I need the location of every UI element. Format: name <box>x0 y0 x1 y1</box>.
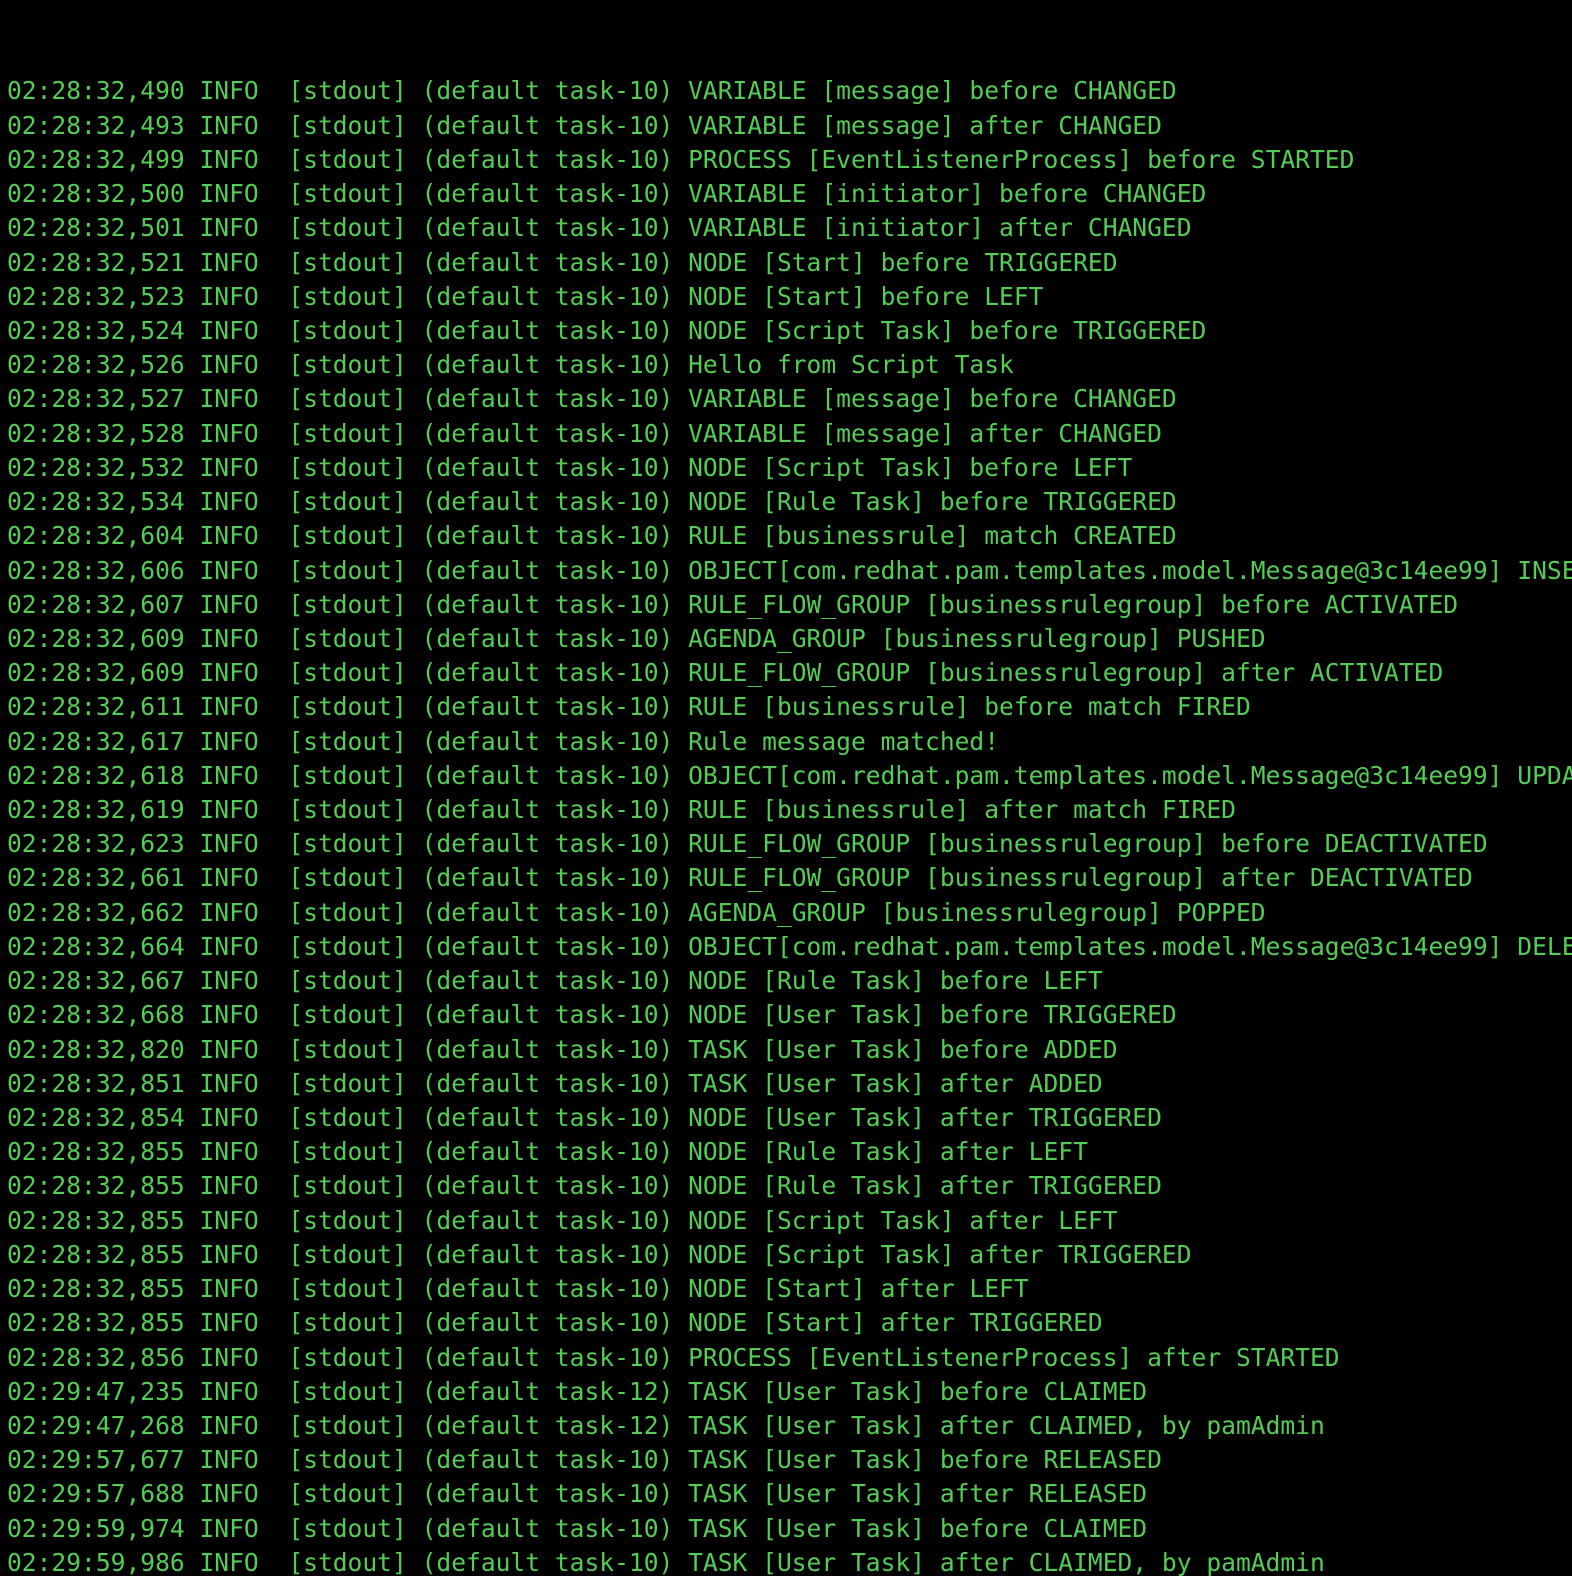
log-line: 02:28:32,493 INFO [stdout] (default task… <box>7 110 1162 140</box>
log-line: 02:29:47,268 INFO [stdout] (default task… <box>7 1410 1325 1440</box>
log-line: 02:28:32,855 INFO [stdout] (default task… <box>7 1274 1029 1304</box>
log-line: 02:28:32,623 INFO [stdout] (default task… <box>7 829 1488 859</box>
log-line: 02:28:32,534 INFO [stdout] (default task… <box>7 487 1177 517</box>
log-line: 02:28:32,500 INFO [stdout] (default task… <box>7 179 1207 209</box>
log-line: 02:28:32,521 INFO [stdout] (default task… <box>7 247 1118 277</box>
log-line: 02:29:57,688 INFO [stdout] (default task… <box>7 1479 1148 1509</box>
log-line: 02:29:59,974 INFO [stdout] (default task… <box>7 1513 1148 1543</box>
log-line: 02:28:32,609 INFO [stdout] (default task… <box>7 623 1266 653</box>
log-line: 02:28:32,856 INFO [stdout] (default task… <box>7 1342 1340 1372</box>
log-output-container: 02:28:32,490 INFO [stdout] (default task… <box>7 74 1572 1576</box>
log-line: 02:28:32,668 INFO [stdout] (default task… <box>7 1000 1177 1030</box>
log-line: 02:28:32,606 INFO [stdout] (default task… <box>7 555 1572 585</box>
log-line: 02:28:32,855 INFO [stdout] (default task… <box>7 1239 1192 1269</box>
log-line: 02:28:32,855 INFO [stdout] (default task… <box>7 1308 1103 1338</box>
log-line: 02:28:32,662 INFO [stdout] (default task… <box>7 897 1266 927</box>
log-line: 02:28:32,667 INFO [stdout] (default task… <box>7 966 1103 996</box>
log-line: 02:28:32,619 INFO [stdout] (default task… <box>7 795 1236 825</box>
log-line: 02:28:32,854 INFO [stdout] (default task… <box>7 1103 1162 1132</box>
log-line: 02:29:59,986 INFO [stdout] (default task… <box>7 1547 1325 1576</box>
log-line: 02:28:32,501 INFO [stdout] (default task… <box>7 213 1192 243</box>
log-line: 02:28:32,611 INFO [stdout] (default task… <box>7 692 1251 722</box>
log-line: 02:28:32,855 INFO [stdout] (default task… <box>7 1137 1088 1167</box>
log-line: 02:28:32,532 INFO [stdout] (default task… <box>7 452 1133 482</box>
log-line: 02:28:32,607 INFO [stdout] (default task… <box>7 589 1459 619</box>
log-line: 02:28:32,855 INFO [stdout] (default task… <box>7 1171 1162 1201</box>
log-line: 02:28:32,523 INFO [stdout] (default task… <box>7 281 1044 311</box>
log-line: 02:28:32,820 INFO [stdout] (default task… <box>7 1034 1118 1064</box>
log-line: 02:28:32,490 INFO [stdout] (default task… <box>7 76 1177 106</box>
log-line: 02:28:32,528 INFO [stdout] (default task… <box>7 418 1162 448</box>
terminal-log-viewport[interactable]: 02:28:32,490 INFO [stdout] (default task… <box>0 0 1572 1576</box>
log-line: 02:28:32,618 INFO [stdout] (default task… <box>7 760 1572 790</box>
log-line: 02:28:32,524 INFO [stdout] (default task… <box>7 315 1207 345</box>
log-line: 02:29:47,235 INFO [stdout] (default task… <box>7 1376 1148 1406</box>
log-line: 02:28:32,609 INFO [stdout] (default task… <box>7 658 1444 688</box>
log-line: 02:28:32,604 INFO [stdout] (default task… <box>7 521 1177 551</box>
log-line: 02:28:32,661 INFO [stdout] (default task… <box>7 863 1473 893</box>
log-line: 02:28:32,851 INFO [stdout] (default task… <box>7 1068 1103 1098</box>
log-line: 02:28:32,526 INFO [stdout] (default task… <box>7 350 1014 380</box>
log-line: 02:28:32,617 INFO [stdout] (default task… <box>7 726 1000 756</box>
log-line: 02:28:32,855 INFO [stdout] (default task… <box>7 1205 1118 1235</box>
log-line: 02:28:32,527 INFO [stdout] (default task… <box>7 384 1177 414</box>
log-line: 02:29:57,677 INFO [stdout] (default task… <box>7 1445 1162 1475</box>
log-line: 02:28:32,499 INFO [stdout] (default task… <box>7 144 1355 174</box>
log-line: 02:28:32,664 INFO [stdout] (default task… <box>7 931 1572 961</box>
